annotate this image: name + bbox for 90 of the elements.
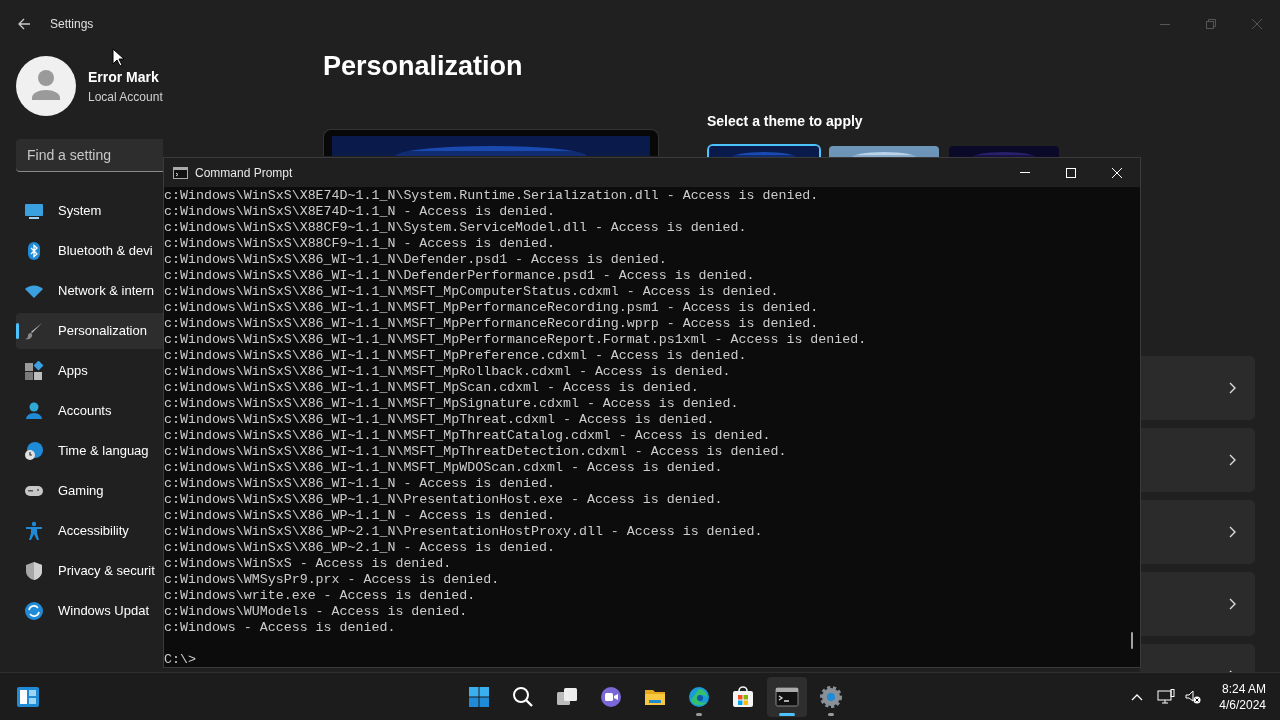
console-line: c:Windows\WinSxS\X86_WI~1.1_N\Defender.psd1 - Access is denied. [164,252,667,268]
chevron-right-icon [1229,525,1237,538]
console-line: c:Windows\WinSxS\X86_WI~1.1_N\MSFT_MpThreatDetection.cdxml - Access is denied. [164,444,787,460]
sidebar-item[interactable]: Privacy & securit [16,553,163,589]
shield-icon [24,561,44,581]
close-icon [1112,167,1122,178]
console-line: c:Windows\WinSxS\X86_WI~1.1_N\MSFT_MpPerformanceReport.Format.ps1xml - Access is denied. [164,332,867,348]
sidebar-item[interactable]: Personalization [16,313,163,349]
back-button[interactable] [16,16,32,32]
person-icon [24,401,44,421]
clock-date: 4/6/2024 [1219,696,1266,713]
console-line: c:Windows\WinSxS\X86_WI~1.1_N\MSFT_MpRollback.cdxml - Access is denied. [164,364,731,380]
accessibility-icon [24,521,44,541]
chat-icon [599,684,623,709]
chevron-up-icon[interactable] [1131,692,1144,701]
console-line: c:Windows\WinSxS\X86_WI~1.1_N\MSFT_MpPerformanceRecording.wprp - Access is denied. [164,316,819,332]
console-line: c:Windows\WinSxS\X86_WI~1.1_N\MSFT_MpComputerStatus.cdxml - Access is denied. [164,284,779,300]
sidebar-item[interactable]: Accessibility [16,513,163,549]
close-icon [1252,19,1262,29]
muted-speaker-icon[interactable] [1185,688,1202,705]
selection-indicator [16,323,19,339]
console-line: c:Windows\WinSxS - Access is denied. [164,556,452,572]
sidebar-item[interactable]: Bluetooth & devi [16,233,163,269]
page-title: Personalization [323,50,524,83]
browser-icon [687,684,711,709]
terminal-icon [775,684,799,709]
sidebar-item[interactable]: Network & intern [16,273,163,309]
globe-clock-icon [24,441,44,461]
user-name: Error Mark [88,67,160,87]
console-line: c:Windows\WinSxS\X86_WP~2.1_N\PresentationHostProxy.dll - Access is denied. [164,524,763,540]
chevron-right-icon [1229,381,1237,394]
start-icon [467,684,491,709]
restore-icon [1206,19,1216,29]
console-line: c:Windows\WinSxS\X86_WI~1.1_N\MSFT_MpWDOScan.cdxml - Access is denied. [164,460,723,476]
console-line: c:Windows\WUModels - Access is denied. [164,604,468,620]
console-line: c:Windows\WinSxS\X86_WI~1.1_N\MSFT_MpThreat.cdxml - Access is denied. [164,412,715,428]
network-icon[interactable] [1157,688,1176,705]
store-icon [731,684,755,709]
sidebar-item[interactable]: Windows Updat [16,593,163,629]
window-title: Settings [50,16,94,33]
widgets-button[interactable] [16,684,40,709]
back-arrow-icon [17,17,31,31]
window-title: Command Prompt [195,164,293,182]
maximize-icon [1066,167,1076,178]
apps-icon [24,361,44,381]
search-icon [511,684,535,709]
console-line: c:Windows\WinSxS\X88CF9~1.1_N - Access is denied. [164,236,555,252]
console-line: c:Windows\write.exe - Access is denied. [164,588,476,604]
console-icon [173,166,188,179]
console-line: c:Windows - Access is denied. [164,620,396,636]
sidebar-item[interactable]: System [16,193,163,229]
account-type: Local Account [88,88,163,106]
sidebar-item[interactable]: Accounts [16,393,163,429]
monitor-icon [24,201,44,221]
console-line: c:Windows\WinSxS\X86_WI~1.1_N\DefenderPerformance.psd1 - Access is denied. [164,268,755,284]
console-line: c:Windows\WinSxS\X86_WI~1.1_N\MSFT_MpSignature.cdxml - Access is denied. [164,396,739,412]
console-line: c:Windows\WMSysPr9.prx - Access is denied. [164,572,500,588]
search-field[interactable]: Find a setting [16,139,163,172]
taskbar-button[interactable] [767,676,807,717]
chevron-right-icon [1229,597,1237,610]
console-line: c:Windows\WinSxS\X86_WP~1.1_N - Access is denied. [164,508,555,524]
update-icon [24,601,44,621]
running-indicator [696,712,702,716]
console-line: c:Windows\WinSxS\X86_WI~1.1_N\MSFT_MpScan.cdxml - Access is denied. [164,380,699,396]
console-line: c:Windows\WinSxS\X86_WP~1.1_N\PresentationHost.exe - Access is denied. [164,492,723,508]
running-indicator [779,712,795,716]
console-line: c:Windows\WinSxS\X8E74D~1.1_N - Access is denied. [164,204,555,220]
console-line: c:Windows\WinSxS\X88CF9~1.1_N\System.ServiceModel.dll - Access is denied. [164,220,747,236]
console-line: c:Windows\WinSxS\X86_WI~1.1_N\MSFT_MpThreatCatalog.cdxml - Access is denied. [164,428,771,444]
console-line: c:Windows\WinSxS\X86_WI~1.1_N\MSFT_MpPerformanceRecording.psm1 - Access is denied. [164,300,819,316]
sidebar-item[interactable]: Gaming [16,473,163,509]
sidebar-item[interactable]: Apps [16,353,163,389]
mouse-cursor-icon [112,48,124,67]
chevron-right-icon [1229,453,1237,466]
running-indicator [828,712,834,716]
console-line: c:Windows\WinSxS\X86_WI~1.1_N - Access is denied. [164,476,555,492]
console-line: c:Windows\WinSxS\X8E74D~1.1_N\System.Runtime.Serialization.dll - Access is denied. [164,188,819,204]
minimize-icon [1160,23,1170,25]
brush-icon [24,321,44,341]
sidebar-item[interactable]: Time & languag [16,433,163,469]
clock-time: 8:24 AM [1221,680,1266,697]
console-line: c:Windows\WinSxS\X86_WP~2.1_N - Access is denied. [164,540,555,556]
minimize-icon [1020,172,1030,173]
avatar [16,56,76,116]
widgets-icon [16,684,40,709]
section-heading: Select a theme to apply [707,111,864,131]
console-line: c:Windows\WinSxS\X86_WI~1.1_N\MSFT_MpPreference.cdxml - Access is denied. [164,348,747,364]
scrollbar-thumb[interactable] [1131,632,1133,649]
settings-icon [819,684,843,709]
command-prompt: C:\> [164,652,196,668]
